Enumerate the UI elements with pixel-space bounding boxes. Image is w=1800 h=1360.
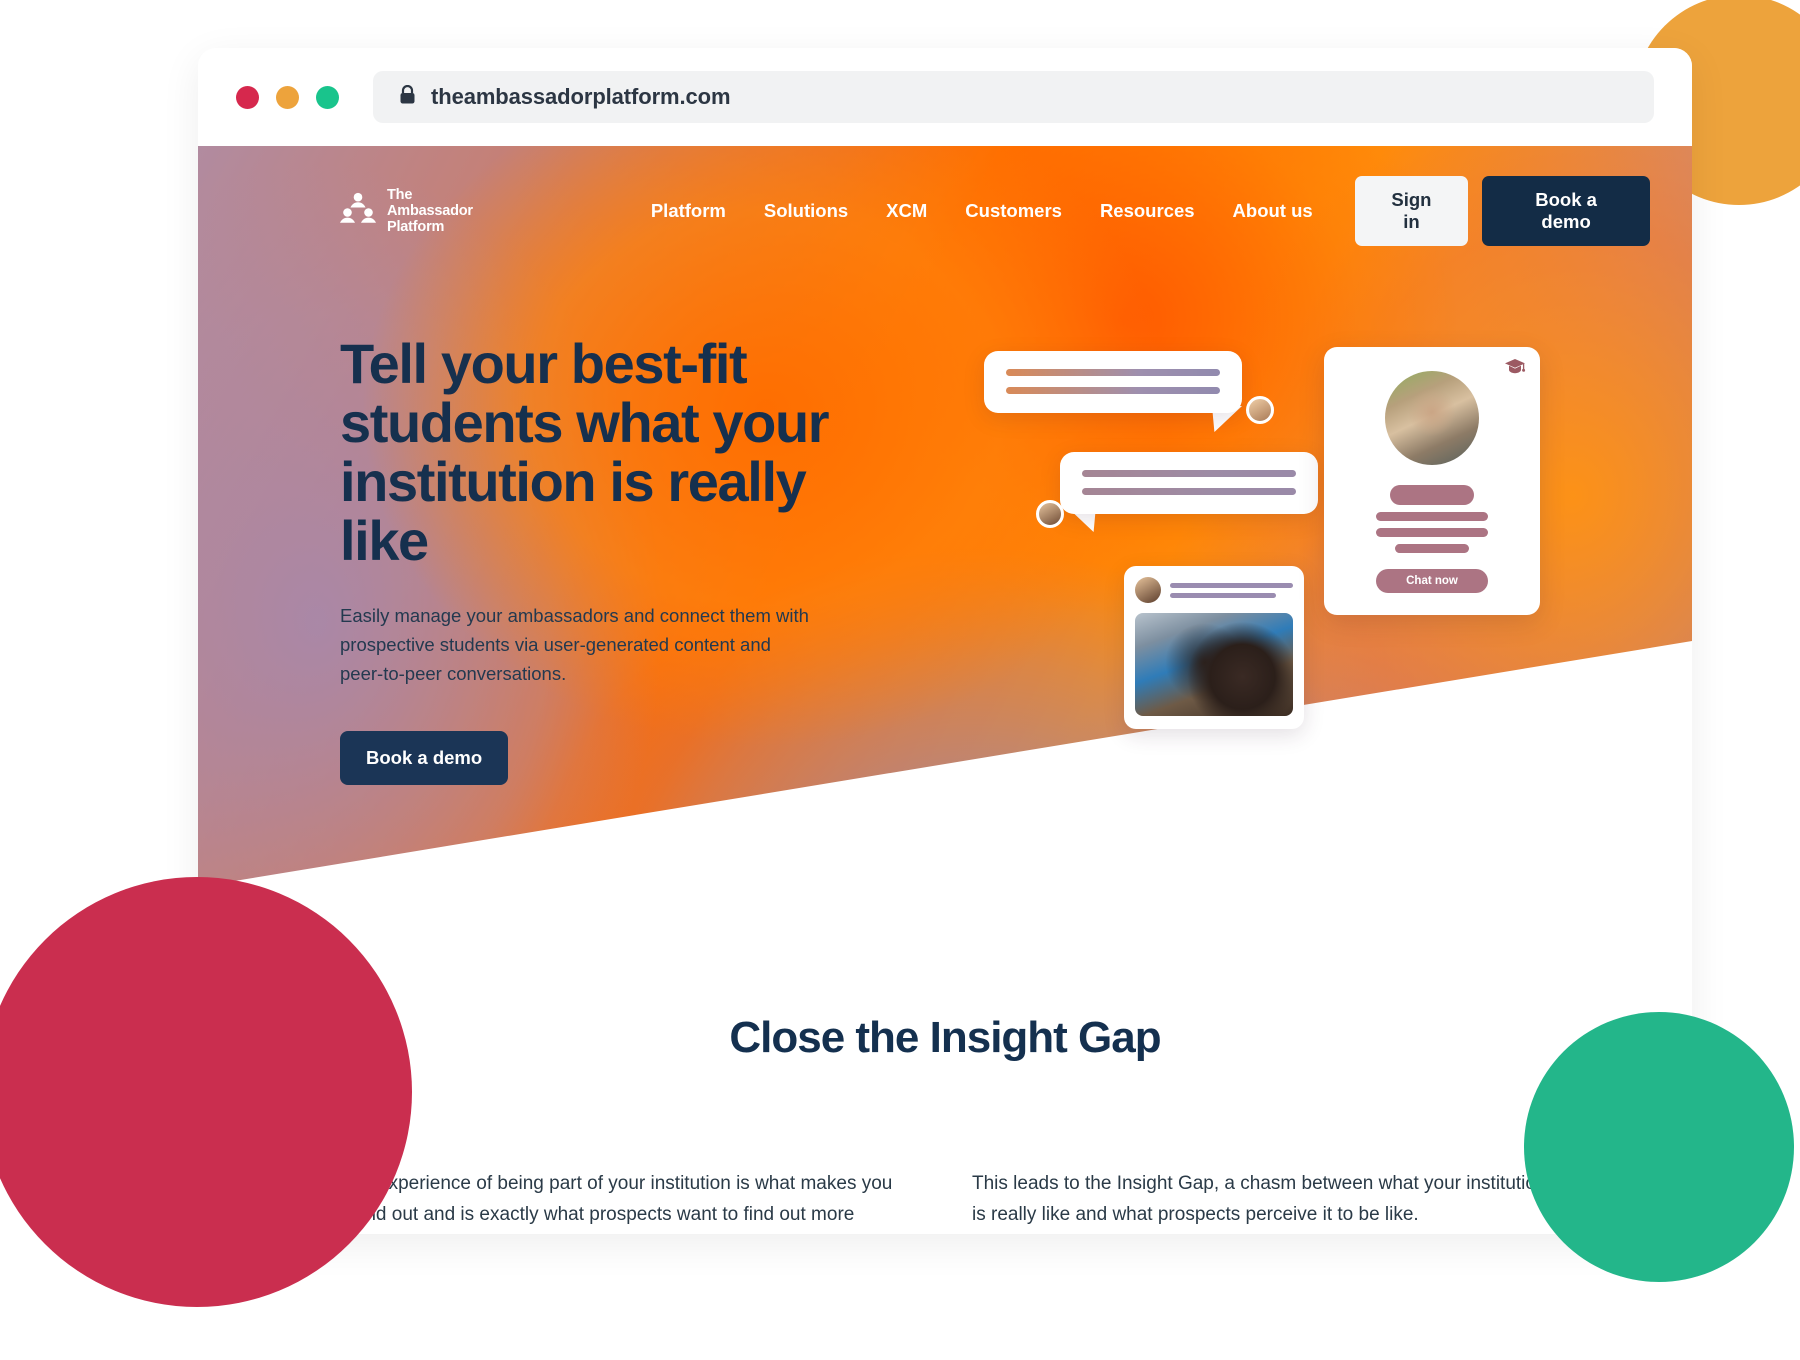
- placeholder-line: [1082, 470, 1296, 477]
- traffic-lights: [236, 85, 339, 109]
- close-window-button[interactable]: [236, 85, 259, 109]
- chat-avatar-1: [1246, 396, 1274, 424]
- placeholder-line: [1006, 387, 1220, 394]
- ambassador-profile-card[interactable]: Chat now: [1324, 347, 1540, 615]
- chat-bubble-1: [984, 351, 1242, 413]
- nav-item-xcm[interactable]: XCM: [886, 200, 927, 222]
- decorative-circle-crimson: [0, 877, 412, 1307]
- placeholder-line: [1376, 528, 1488, 537]
- ambassador-name-placeholder: [1390, 485, 1474, 505]
- site-navbar: The Ambassador Platform Platform Solutio…: [198, 146, 1692, 246]
- site-logo[interactable]: The Ambassador Platform: [340, 187, 473, 236]
- book-demo-hero-button[interactable]: Book a demo: [340, 730, 509, 785]
- ambassador-photo: [1385, 371, 1479, 465]
- maximize-window-button[interactable]: [316, 85, 339, 109]
- post-header: [1135, 577, 1293, 603]
- sign-in-button[interactable]: Sign in: [1354, 176, 1469, 246]
- nav-item-customers[interactable]: Customers: [965, 200, 1062, 222]
- placeholder-line: [1170, 592, 1276, 598]
- logo-line-2: Ambassador: [387, 202, 473, 219]
- placeholder-line: [1006, 369, 1220, 376]
- chat-bubble-2: [1060, 452, 1318, 514]
- insight-paragraph-right: This leads to the Insight Gap, a chasm b…: [972, 1173, 1547, 1225]
- insight-paragraph-left: The experience of being part of your ins…: [340, 1173, 893, 1225]
- lock-icon: [399, 84, 416, 110]
- hero-section: The Ambassador Platform Platform Solutio…: [198, 146, 1692, 941]
- graduation-cap-icon: [1504, 358, 1526, 381]
- browser-chrome-bar: theambassadorplatform.com: [198, 48, 1692, 146]
- minimize-window-button[interactable]: [276, 85, 299, 109]
- nav-item-about-us[interactable]: About us: [1233, 200, 1313, 222]
- insight-columns: The experience of being part of your ins…: [198, 1063, 1692, 1231]
- placeholder-line: [1082, 488, 1296, 495]
- logo-wordmark: The Ambassador Platform: [387, 187, 473, 236]
- logo-line-1: The: [387, 186, 413, 203]
- placeholder-line: [1395, 544, 1469, 553]
- decorative-circle-teal: [1524, 1012, 1794, 1282]
- placeholder-line: [1170, 582, 1293, 588]
- ambassador-people-logo-icon: [340, 190, 376, 231]
- insight-gap-section: Close the Insight Gap The experience of …: [198, 941, 1692, 1231]
- hero-illustration: Chat now: [860, 334, 1692, 764]
- nav-item-platform[interactable]: Platform: [651, 200, 726, 222]
- ugc-post-card[interactable]: [1124, 566, 1304, 729]
- nav-links: Platform Solutions XCM Customers Resourc…: [651, 200, 1313, 222]
- nav-item-solutions[interactable]: Solutions: [764, 200, 848, 222]
- nav-item-resources[interactable]: Resources: [1100, 200, 1195, 222]
- post-author-avatar: [1135, 577, 1161, 603]
- hero-headline: Tell your best-fit students what your in…: [340, 332, 830, 573]
- book-demo-nav-button[interactable]: Book a demo: [1482, 176, 1650, 246]
- hero-text-column: Tell your best-fit students what your in…: [340, 334, 840, 785]
- logo-line-3: Platform: [387, 219, 445, 236]
- insight-section-title: Close the Insight Gap: [729, 1013, 1161, 1062]
- post-photo-students-at-computers: [1135, 613, 1293, 716]
- hero-subheadline: Easily manage your ambassadors and conne…: [340, 605, 809, 685]
- nav-actions: Sign in Book a demo: [1354, 176, 1650, 246]
- chat-avatar-2: [1036, 500, 1064, 528]
- address-bar[interactable]: theambassadorplatform.com: [373, 71, 1654, 123]
- post-text-placeholder: [1170, 582, 1293, 598]
- placeholder-line: [1376, 512, 1488, 521]
- chat-now-button[interactable]: Chat now: [1376, 569, 1488, 593]
- browser-window: theambassadorplatform.com The Ambassador…: [198, 48, 1692, 1234]
- url-text: theambassadorplatform.com: [431, 84, 731, 109]
- hero-body: Tell your best-fit students what your in…: [198, 246, 1692, 785]
